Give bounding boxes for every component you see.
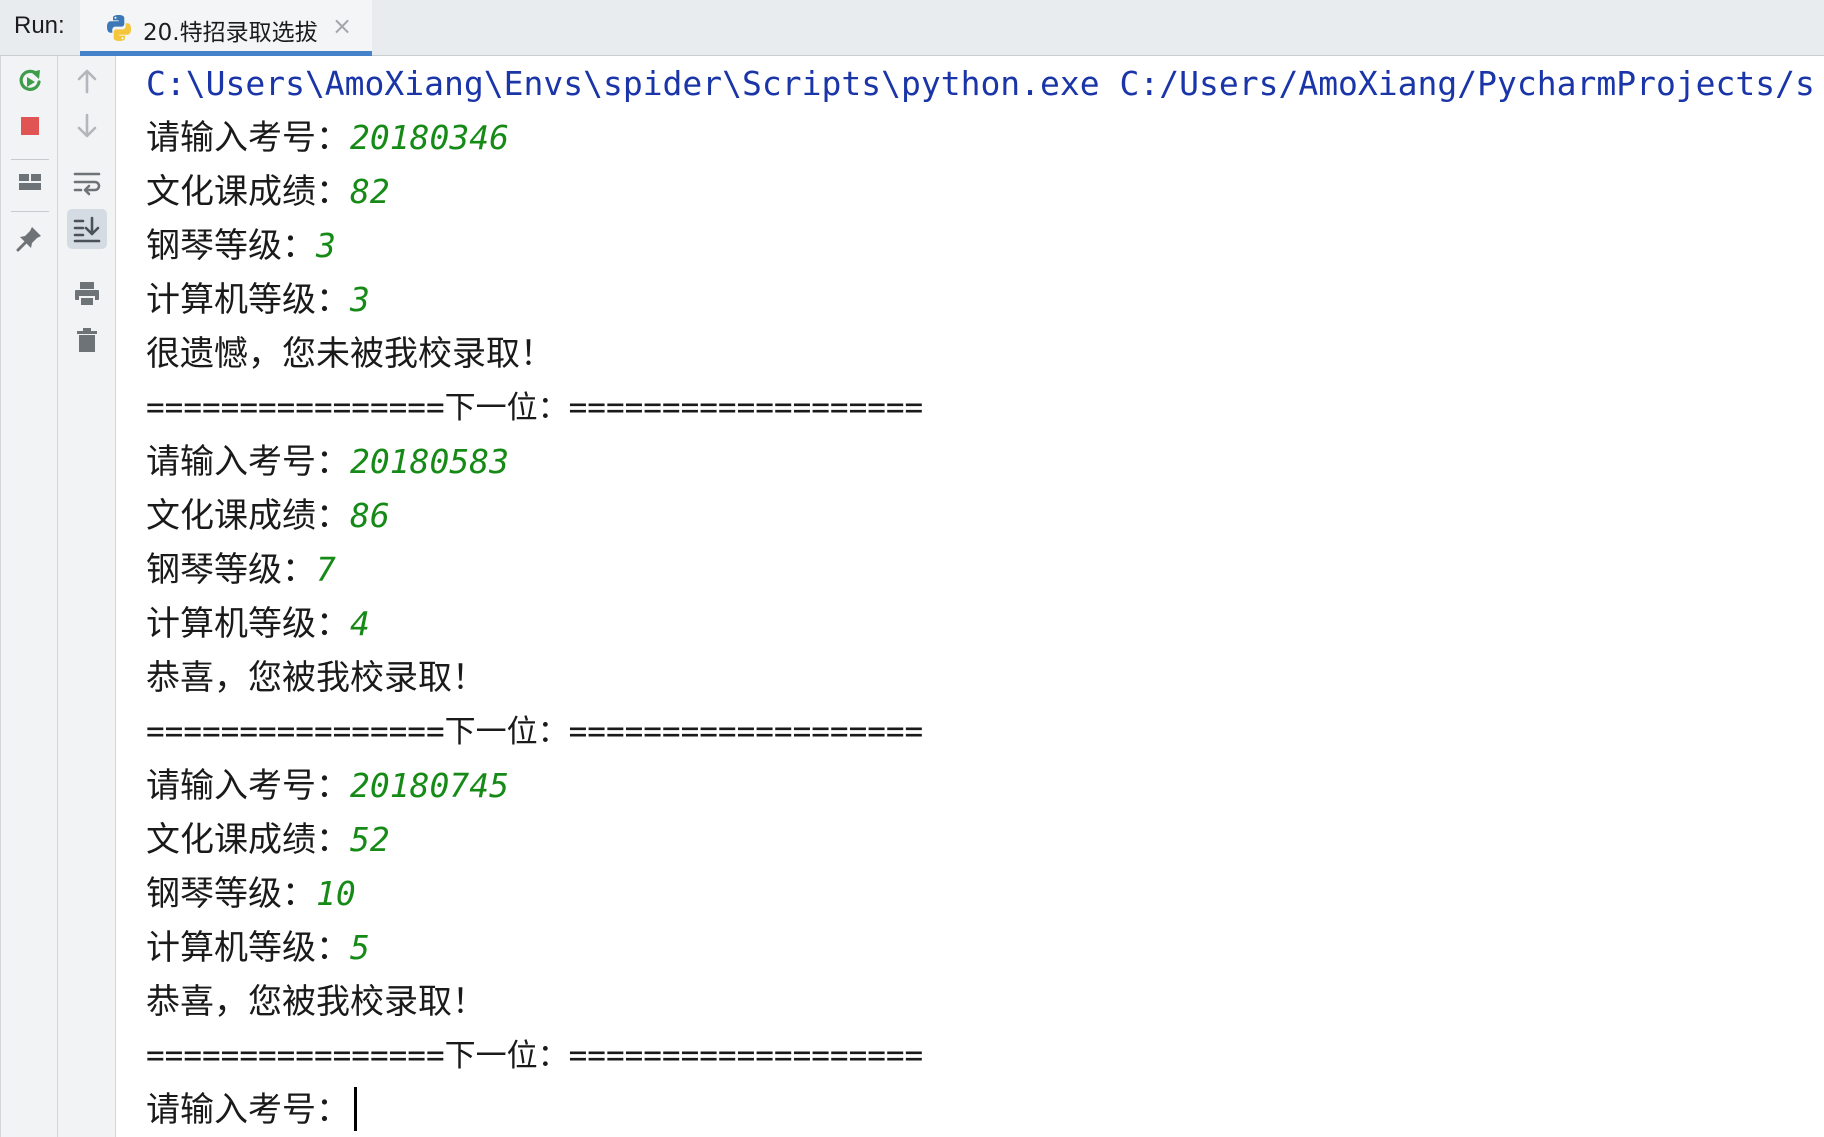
console-line: 钢琴等级：10: [146, 867, 356, 921]
result-line: 很遗憾，您未被我校录取！: [146, 334, 554, 374]
input-value: 5: [350, 928, 370, 967]
text-caret: [354, 1087, 357, 1131]
soft-wrap-icon[interactable]: [67, 162, 107, 202]
input-value: 86: [350, 496, 390, 535]
python-icon: [107, 15, 131, 41]
console-line: 请输入考号：20180745: [146, 759, 509, 813]
separator-line: ================下一位：===================: [146, 390, 924, 426]
prompt-text: 钢琴等级：: [146, 550, 316, 590]
prompt-text: 请输入考号：: [146, 1090, 350, 1130]
result-line: 恭喜，您被我校录取！: [146, 658, 486, 698]
scroll-to-end-icon[interactable]: [67, 209, 107, 249]
prompt-text: 计算机等级：: [146, 928, 350, 968]
console-line: 文化课成绩：82: [146, 165, 390, 219]
run-tab[interactable]: 20.特招录取选拔 ×: [80, 0, 372, 56]
console-line: 文化课成绩：86: [146, 489, 390, 543]
prompt-text: 文化课成绩：: [146, 496, 350, 536]
console-action-strip: [58, 56, 116, 1137]
layout-icon[interactable]: [10, 162, 50, 202]
run-label: Run:: [14, 12, 65, 39]
tab-title: 20.特招录取选拔: [143, 20, 318, 46]
input-value: 7: [316, 550, 336, 589]
input-value: 82: [350, 172, 390, 211]
active-input-line[interactable]: 请输入考号：: [146, 1083, 357, 1137]
console-line: 请输入考号：20180583: [146, 435, 509, 489]
input-value: 10: [316, 874, 356, 913]
prompt-text: 钢琴等级：: [146, 226, 316, 266]
stop-icon[interactable]: [10, 106, 50, 146]
run-tool-window-header: Run: 20.特招录取选拔 ×: [0, 0, 1824, 56]
command-line: C:\Users\AmoXiang\Envs\spider\Scripts\py…: [146, 64, 1815, 103]
console-line: 计算机等级：5: [146, 921, 370, 975]
prompt-text: 计算机等级：: [146, 604, 350, 644]
result-line: 恭喜，您被我校录取！: [146, 982, 486, 1022]
console-line: 钢琴等级：3: [146, 219, 336, 273]
left-action-strip: [0, 56, 58, 1137]
prompt-text: 请输入考号：: [146, 766, 350, 806]
print-icon[interactable]: [67, 274, 107, 314]
console-line: 文化课成绩：52: [146, 813, 390, 867]
input-value: 20180346: [350, 118, 509, 157]
console-line: 钢琴等级：7: [146, 543, 336, 597]
pin-icon[interactable]: [10, 218, 50, 258]
close-tab-icon[interactable]: ×: [332, 12, 352, 40]
input-value: 52: [350, 820, 390, 859]
separator-line: ================下一位：===================: [146, 714, 924, 750]
prompt-text: 计算机等级：: [146, 280, 350, 320]
rerun-icon[interactable]: [10, 61, 50, 101]
console-output[interactable]: C:\Users\AmoXiang\Envs\spider\Scripts\py…: [117, 56, 1824, 1137]
input-value: 3: [350, 280, 370, 319]
input-value: 4: [350, 604, 370, 643]
prompt-text: 钢琴等级：: [146, 874, 316, 914]
console-line: 计算机等级：4: [146, 597, 370, 651]
prompt-text: 文化课成绩：: [146, 172, 350, 212]
separator-line: ================下一位：===================: [146, 1038, 924, 1074]
input-value: 20180583: [350, 442, 509, 481]
console-line: 计算机等级：3: [146, 273, 370, 327]
input-value: 3: [316, 226, 336, 265]
arrow-down-icon[interactable]: [67, 106, 107, 146]
prompt-text: 请输入考号：: [146, 118, 350, 158]
input-value: 20180745: [350, 766, 509, 805]
console-line: 请输入考号：20180346: [146, 111, 509, 165]
prompt-text: 请输入考号：: [146, 442, 350, 482]
prompt-text: 文化课成绩：: [146, 820, 350, 860]
arrow-up-icon[interactable]: [67, 61, 107, 101]
trash-icon[interactable]: [67, 320, 107, 360]
